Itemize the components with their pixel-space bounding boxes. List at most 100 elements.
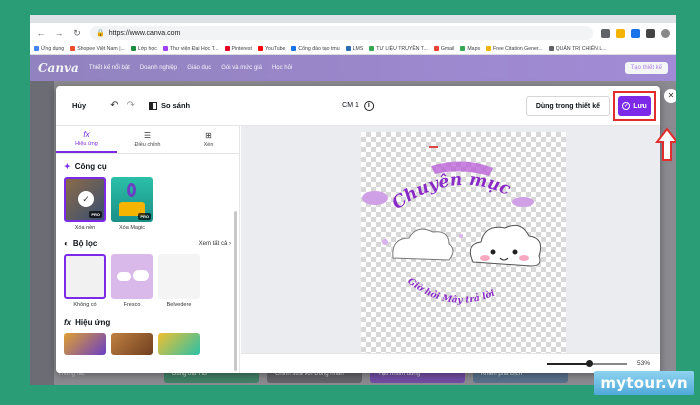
canva-header: Canva Thiết kế nổi bật Doanh nghiệp Giáo… bbox=[30, 55, 676, 81]
cancel-button[interactable]: Hủy bbox=[72, 101, 86, 110]
bookmark-label: YouTube bbox=[264, 45, 286, 52]
image-canvas[interactable]: Chuyên mục Giờ hỏi Mây trả lời bbox=[361, 132, 566, 355]
filters-title: Bộ lọc bbox=[72, 239, 98, 248]
tool-magic-eraser[interactable]: PRO Xóa Magic bbox=[111, 177, 153, 231]
compare-button[interactable]: So sánh bbox=[148, 101, 191, 110]
tab-effects[interactable]: fx Hiệu ứng bbox=[56, 126, 117, 153]
forward-icon[interactable]: → bbox=[54, 28, 64, 38]
menu-learn[interactable]: Học hỏi bbox=[272, 65, 292, 71]
bookmark-item[interactable]: Gmail bbox=[433, 45, 455, 52]
bookmark-star-icon[interactable] bbox=[616, 28, 625, 38]
crop-icon: ⊞ bbox=[205, 131, 212, 140]
back-icon[interactable]: ← bbox=[36, 28, 46, 38]
modal-header: Hủy ↶ ↷ So sánh CM 1 i Dùng trong thiết … bbox=[56, 86, 660, 126]
filter-label: Không có bbox=[73, 302, 97, 308]
image-size-info: CM 1 i bbox=[342, 100, 374, 111]
bookmark-favicon-icon bbox=[548, 46, 554, 51]
filter-label: Fresco bbox=[123, 302, 141, 308]
bookmark-label: QUẢN TRỊ CHIẾN L... bbox=[555, 45, 607, 52]
svg-text:Giờ hỏi Mây trả lời: Giờ hỏi Mây trả lời bbox=[405, 277, 497, 306]
menu-business[interactable]: Doanh nghiệp bbox=[140, 65, 177, 71]
zoom-slider[interactable] bbox=[546, 359, 627, 367]
tab-adjust[interactable]: ☰ Điều chỉnh bbox=[117, 126, 178, 153]
profile-avatar[interactable] bbox=[661, 28, 670, 38]
bookmark-item[interactable]: Cổng đào tạo tmu bbox=[291, 45, 340, 52]
bookmark-item[interactable]: Pinterest bbox=[224, 46, 252, 52]
filter-none[interactable]: Không có bbox=[64, 254, 106, 308]
bookmark-item[interactable]: Lớp học bbox=[130, 46, 157, 52]
bookmark-label: Shopee Việt Nam |... bbox=[77, 45, 125, 52]
puzzle-icon[interactable] bbox=[646, 28, 655, 38]
compare-label: So sánh bbox=[160, 101, 191, 110]
filter-fresco[interactable]: Fresco bbox=[111, 254, 153, 308]
edit-panel: fx Hiệu ứng ☰ Điều chỉnh ⊞ Xén ✦ Công cụ bbox=[56, 126, 240, 373]
bookmark-item[interactable]: Ứng dụng bbox=[34, 46, 64, 52]
edit-image-modal: Hủy ↶ ↷ So sánh CM 1 i Dùng trong thiết … bbox=[56, 86, 660, 373]
tools-title: Công cụ bbox=[74, 162, 107, 171]
magic-eraser-thumb: PRO bbox=[111, 177, 153, 222]
bookmark-item[interactable]: TƯ LIỆU TRUYỀN T... bbox=[369, 46, 428, 52]
zoom-bar: 53% bbox=[241, 353, 660, 373]
redo-icon[interactable]: ↷ bbox=[127, 100, 135, 111]
bookmark-item[interactable]: LMS bbox=[345, 46, 363, 52]
filter-label: Belvedere bbox=[166, 302, 192, 308]
url-field[interactable]: 🔒 https://www.canva.com bbox=[90, 26, 593, 40]
menu-featured[interactable]: Thiết kế nổi bật bbox=[89, 65, 130, 71]
arc-text-bottom: Giờ hỏi Mây trả lời bbox=[405, 277, 497, 306]
bookmark-favicon-icon bbox=[130, 46, 136, 51]
tool-bg-remover[interactable]: ✓ PRO Xóa nền bbox=[64, 177, 106, 231]
tab-label: Điều chỉnh bbox=[134, 142, 161, 148]
info-icon[interactable]: i bbox=[363, 100, 374, 111]
effect-thumb[interactable] bbox=[158, 333, 200, 355]
panel-scrollbar[interactable] bbox=[234, 211, 237, 371]
bookmark-favicon-icon bbox=[70, 46, 76, 51]
effect-thumb[interactable] bbox=[64, 333, 106, 355]
tab-crop[interactable]: ⊞ Xén bbox=[178, 126, 239, 153]
bookmark-item[interactable]: QUẢN TRỊ CHIẾN L... bbox=[548, 45, 607, 52]
bookmarks-bar: Ứng dụng Shopee Việt Nam |... Lớp học Thư v… bbox=[30, 43, 676, 55]
close-icon[interactable]: ✕ bbox=[664, 89, 676, 103]
effect-thumb[interactable] bbox=[111, 333, 153, 355]
check-icon: ✓ bbox=[78, 191, 94, 207]
share-icon[interactable] bbox=[601, 28, 610, 38]
canva-logo[interactable]: Canva bbox=[38, 61, 79, 75]
bookmark-label: Maps bbox=[467, 45, 481, 52]
save-button[interactable]: ✓ Lưu bbox=[618, 96, 651, 116]
compare-icon bbox=[148, 101, 157, 110]
create-design-button[interactable]: Tạo thiết kế bbox=[624, 62, 668, 74]
tool-label: Xóa nền bbox=[74, 225, 96, 231]
bookmark-favicon-icon bbox=[291, 46, 297, 51]
canva-sidebar bbox=[30, 81, 54, 385]
bookmark-item[interactable]: Shopee Việt Nam |... bbox=[70, 46, 125, 52]
use-in-design-button[interactable]: Dùng trong thiết kế bbox=[525, 96, 610, 116]
extension-icon[interactable] bbox=[631, 28, 640, 38]
filter-belvedere[interactable]: Belvedere bbox=[158, 254, 200, 308]
menu-education[interactable]: Giáo dục bbox=[187, 65, 211, 71]
bookmark-item[interactable]: Maps bbox=[460, 46, 480, 52]
menu-pricing[interactable]: Gói và mức giá bbox=[221, 65, 262, 71]
bookmark-label: Thư viện Đại Học T... bbox=[169, 45, 219, 52]
svg-text:Chuyên mục: Chuyên mục bbox=[389, 170, 514, 214]
reload-icon[interactable]: ↻ bbox=[72, 28, 82, 39]
bookmark-label: Gmail bbox=[440, 45, 455, 52]
bookmark-favicon-icon bbox=[34, 46, 39, 51]
sliders-icon: ☰ bbox=[143, 131, 152, 140]
bookmark-label: Cổng đào tạo tmu bbox=[298, 45, 340, 52]
bookmark-favicon-icon bbox=[460, 46, 466, 51]
bookmark-item[interactable]: YouTube bbox=[257, 45, 286, 52]
see-all-link[interactable]: Xem tất cả › bbox=[199, 241, 231, 247]
undo-icon[interactable]: ↶ bbox=[110, 100, 118, 111]
zoom-slider-handle[interactable] bbox=[585, 359, 593, 367]
bookmark-item[interactable]: Thư viện Đại Học T... bbox=[162, 45, 219, 52]
canvas-workspace: Chuyên mục Giờ hỏi Mây trả lời 53% bbox=[241, 126, 660, 373]
filters-heading: ◐ Bộ lọc Xem tất cả › bbox=[64, 239, 231, 248]
up-arrow-annotation bbox=[655, 127, 676, 161]
bg-remover-thumb: ✓ PRO bbox=[64, 177, 106, 222]
browser-window: ← → ↻ 🔒 https://www.canva.com Ứng dụng Sh… bbox=[30, 15, 676, 385]
url-text: https://www.canva.com bbox=[108, 29, 181, 37]
bookmark-favicon-icon bbox=[345, 46, 351, 51]
zoom-percent: 53% bbox=[636, 360, 650, 367]
bookmark-item[interactable]: Free Citation Gener... bbox=[486, 46, 543, 52]
address-bar-row: ← → ↻ 🔒 https://www.canva.com bbox=[30, 23, 676, 43]
edit-tabs: fx Hiệu ứng ☰ Điều chỉnh ⊞ Xén bbox=[56, 126, 239, 154]
